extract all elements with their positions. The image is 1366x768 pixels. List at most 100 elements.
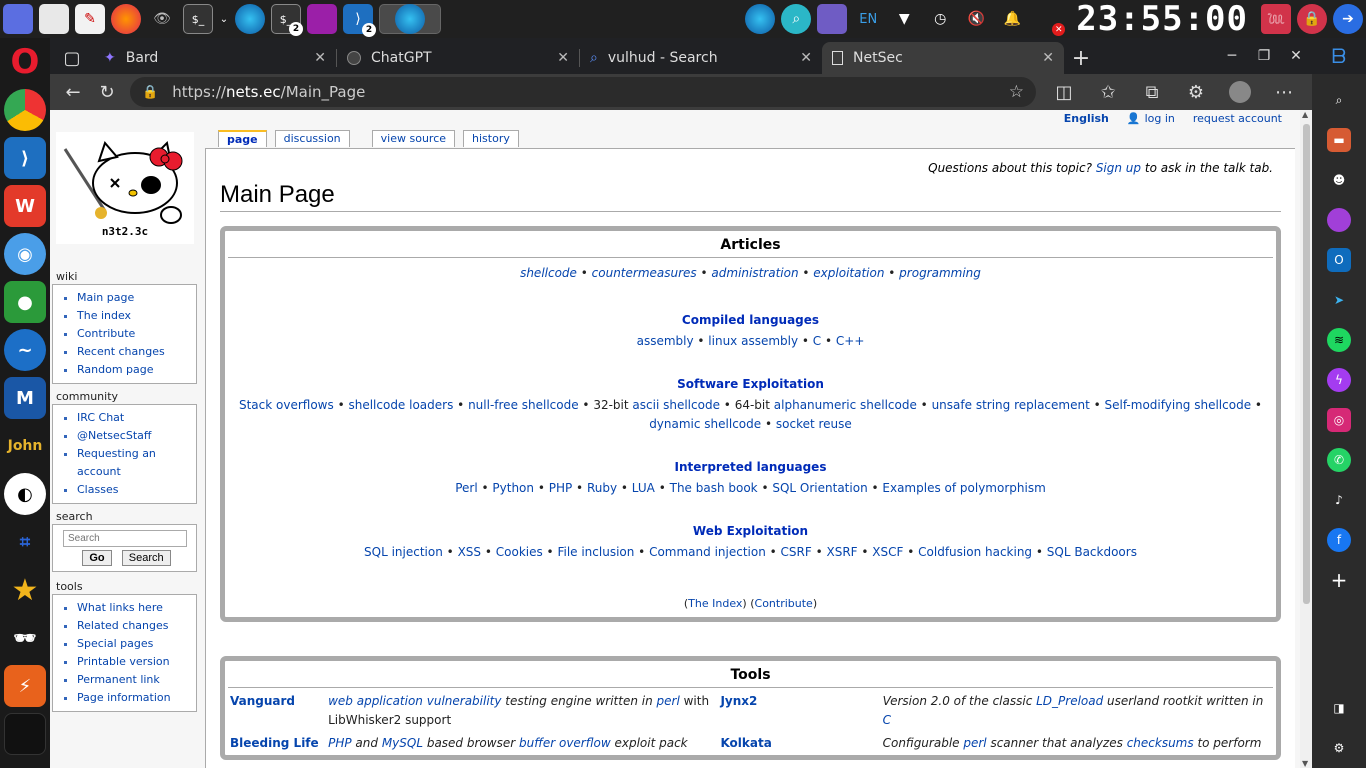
firefox-icon[interactable] <box>111 4 141 34</box>
john-icon[interactable]: John <box>4 425 46 467</box>
language-link[interactable]: English <box>1064 112 1109 125</box>
sidebar-toggle-icon[interactable]: ◨ <box>1327 696 1351 720</box>
scroll-up-icon[interactable]: ▲ <box>1302 110 1308 119</box>
web-exploitation-link[interactable]: Web Exploitation <box>693 524 808 538</box>
article-link[interactable]: null-free shellcode <box>468 398 579 412</box>
spy-icon[interactable]: 🕶 <box>4 617 46 659</box>
apps-grid-icon[interactable] <box>3 4 33 34</box>
settings-icon[interactable]: ⚙ <box>1327 736 1351 760</box>
sidebar-item-recent-changes[interactable]: Recent changes <box>77 345 165 358</box>
fingerprint-icon[interactable]: ⌗ <box>4 521 46 563</box>
kali-icon[interactable]: 𓆙 <box>1261 4 1291 34</box>
compiled-languages-link[interactable]: Compiled languages <box>682 313 819 327</box>
tool-link[interactable]: Jynx2 <box>720 694 757 708</box>
folder-icon[interactable] <box>307 4 337 34</box>
interpreted-languages-link[interactable]: Interpreted languages <box>675 460 827 474</box>
sidebar-item-main-page[interactable]: Main page <box>77 291 134 304</box>
article-link[interactable]: Ruby <box>587 481 617 495</box>
article-link[interactable]: XSS <box>458 545 481 559</box>
refresh-icon[interactable]: ↻ <box>90 77 124 107</box>
split-screen-icon[interactable]: ◫ <box>1042 77 1086 107</box>
topic-link[interactable]: shellcode <box>520 266 577 280</box>
tool-link[interactable]: Kolkata <box>720 736 771 750</box>
extensions-icon[interactable]: ⚙ <box>1174 77 1218 107</box>
more-menu-icon[interactable]: ⋯ <box>1262 77 1306 107</box>
text-editor-icon[interactable]: ✎ <box>75 4 105 34</box>
desc-link[interactable]: perl <box>963 736 986 750</box>
sidebar-item-index[interactable]: The index <box>77 309 131 322</box>
desc-link[interactable]: PHP <box>328 736 352 750</box>
edge-icon[interactable] <box>235 4 265 34</box>
tab-search[interactable]: ⌕ vulhud - Search ✕ <box>580 42 822 74</box>
contribute-link[interactable]: Contribute <box>755 597 813 610</box>
search-button[interactable]: Search <box>121 550 171 566</box>
minimize-icon[interactable]: ─ <box>1216 48 1248 64</box>
page-scrollbar[interactable]: ▲ ▼ <box>1300 110 1312 768</box>
favorite-star-icon[interactable]: ☆ <box>1009 82 1024 102</box>
edge-tray-icon[interactable] <box>745 4 776 34</box>
article-link[interactable]: Command injection <box>649 545 766 559</box>
vscode-icon[interactable]: ⟩ 2 <box>343 4 376 37</box>
article-link[interactable]: SQL Orientation <box>772 481 867 495</box>
article-link[interactable]: alphanumeric shellcode <box>774 398 917 412</box>
edge-active-icon[interactable] <box>379 4 441 34</box>
article-link[interactable]: Self-modifying shellcode <box>1105 398 1252 412</box>
sidebar-item-classes[interactable]: Classes <box>77 483 118 496</box>
article-link[interactable]: XSRF <box>827 545 858 559</box>
outlook-icon[interactable]: O <box>1327 248 1351 272</box>
article-link[interactable]: dynamic shellcode <box>649 417 761 431</box>
go-button[interactable]: Go <box>82 550 112 566</box>
people-icon[interactable]: ☻ <box>1327 168 1351 192</box>
close-icon[interactable]: ✕ <box>557 50 569 66</box>
search-icon[interactable]: ⌕ <box>1327 88 1351 112</box>
article-link[interactable]: Python <box>492 481 534 495</box>
software-exploitation-link[interactable]: Software Exploitation <box>677 377 824 391</box>
wps-icon[interactable]: W <box>4 185 46 227</box>
opera-icon[interactable]: O <box>4 41 46 83</box>
chevron-down-icon[interactable]: ⌄ <box>219 4 229 34</box>
search-input[interactable] <box>63 530 187 547</box>
sign-up-link[interactable]: Sign up <box>1096 161 1141 175</box>
close-window-icon[interactable]: ✕ <box>1280 48 1312 64</box>
bell-icon[interactable]: 🔔 <box>997 4 1027 34</box>
screen-recorder-icon[interactable] <box>817 4 848 34</box>
collections-icon[interactable]: ⧉ <box>1130 77 1174 107</box>
topic-link[interactable]: exploitation <box>813 266 884 280</box>
topic-link[interactable]: administration <box>711 266 798 280</box>
eye-icon[interactable]: ◉ <box>4 233 46 275</box>
tab-history[interactable]: history <box>463 130 519 147</box>
sidebar-item-netsecstaff[interactable]: @NetsecStaff <box>77 429 151 442</box>
tab-page[interactable]: page <box>218 130 267 147</box>
login-link[interactable]: log in <box>1145 112 1175 125</box>
new-tab-icon[interactable]: + <box>1064 42 1098 74</box>
mute-icon[interactable]: 🔇 <box>961 4 991 34</box>
article-link[interactable]: LUA <box>632 481 655 495</box>
office-icon[interactable] <box>1327 208 1351 232</box>
files-icon[interactable] <box>39 4 69 34</box>
add-icon[interactable]: + <box>1327 568 1351 592</box>
bing-icon[interactable]: ᗷ <box>1312 44 1366 68</box>
vscode-icon[interactable]: ⟩ <box>4 137 46 179</box>
send-icon[interactable]: ➤ <box>1327 288 1351 312</box>
tab-bard[interactable]: ✦ Bard ✕ <box>94 42 336 74</box>
close-icon[interactable]: ✕ <box>314 50 326 66</box>
scroll-down-icon[interactable]: ▼ <box>1302 759 1308 768</box>
desc-link[interactable]: buffer overflow <box>519 736 611 750</box>
site-logo[interactable]: n3t2.3c <box>56 132 194 244</box>
system-monitor-icon[interactable] <box>4 713 46 755</box>
desc-link[interactable]: web application vulnerability <box>328 694 501 708</box>
sidebar-item-irc-chat[interactable]: IRC Chat <box>77 411 124 424</box>
article-link[interactable]: SQL injection <box>364 545 443 559</box>
tab-netsec[interactable]: NetSec ✕ <box>822 42 1064 74</box>
eye-icon[interactable]: 👁 <box>147 4 177 34</box>
metasploit-icon[interactable]: M <box>4 377 46 419</box>
article-link[interactable]: C <box>813 334 821 348</box>
ninja-icon[interactable]: ◐ <box>4 473 46 515</box>
lock-icon[interactable]: 🔒 <box>1297 4 1327 34</box>
article-link[interactable]: Coldfusion hacking <box>918 545 1032 559</box>
tab-chatgpt[interactable]: ChatGPT ✕ <box>337 42 579 74</box>
article-link[interactable]: CSRF <box>781 545 812 559</box>
desc-link[interactable]: checksums <box>1127 736 1194 750</box>
article-link[interactable]: SQL Backdoors <box>1047 545 1137 559</box>
article-link[interactable]: ascii shellcode <box>632 398 720 412</box>
